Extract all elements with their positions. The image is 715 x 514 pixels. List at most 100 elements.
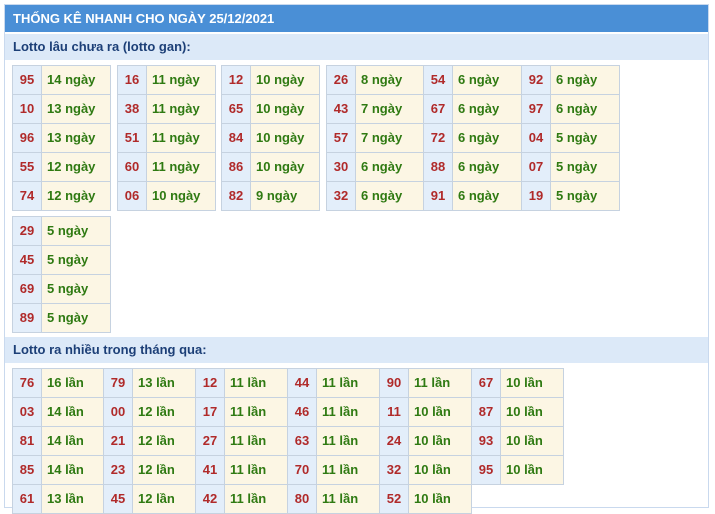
lotto-number: 41 — [196, 456, 225, 484]
lotto-row: 11 10 lần — [380, 397, 471, 426]
lotto-count-value: 14 lần — [42, 427, 104, 455]
lotto-row: 54 6 ngày — [424, 66, 521, 94]
lotto-frequent-group: 12 11 lần 17 11 lần 27 11 lần 41 11 lần 42 11 lần — [195, 368, 288, 514]
lotto-number: 45 — [13, 246, 42, 274]
page-title: THỐNG KÊ NHANH CHO NGÀY 25/12/2021 — [5, 5, 708, 32]
lotto-number: 76 — [13, 369, 42, 397]
lotto-number: 69 — [13, 275, 42, 303]
lotto-row: 45 12 lần — [104, 484, 195, 513]
lotto-row: 97 6 ngày — [522, 94, 619, 123]
lotto-row: 87 10 lần — [472, 397, 563, 426]
lotto-number: 32 — [327, 182, 356, 210]
lotto-row: 60 11 ngày — [118, 152, 215, 181]
lotto-row: 69 5 ngày — [13, 274, 110, 303]
lotto-number: 46 — [288, 398, 317, 426]
lotto-days-value: 10 ngày — [251, 153, 319, 181]
lotto-row: 26 8 ngày — [327, 66, 424, 94]
lotto-number: 85 — [13, 456, 42, 484]
lotto-row: 43 7 ngày — [327, 94, 424, 123]
lotto-days-value: 10 ngày — [147, 182, 215, 210]
lotto-days-value: 5 ngày — [42, 217, 110, 245]
lotto-row: 61 13 lần — [13, 484, 104, 513]
lotto-count-value: 11 lần — [225, 456, 287, 484]
lotto-number: 04 — [522, 124, 551, 152]
lotto-row: 10 13 ngày — [13, 94, 110, 123]
lotto-row: 93 10 lần — [472, 426, 563, 455]
lotto-count-value: 11 lần — [317, 369, 379, 397]
lotto-days-value: 6 ngày — [551, 66, 619, 94]
lotto-number: 45 — [104, 485, 133, 513]
lotto-row: 21 12 lần — [104, 426, 195, 455]
lotto-number: 96 — [13, 124, 42, 152]
lotto-number: 32 — [380, 456, 409, 484]
lotto-number: 10 — [13, 95, 42, 123]
lotto-row: 00 12 lần — [104, 397, 195, 426]
lotto-number: 27 — [196, 427, 225, 455]
lotto-number: 89 — [13, 304, 42, 332]
lotto-frequent-group: 76 16 lần 03 14 lần 81 14 lần 85 14 lần 61 13 lần — [12, 368, 105, 514]
lotto-row: 30 6 ngày — [327, 152, 424, 181]
lotto-number: 16 — [118, 66, 147, 94]
lotto-row: 70 11 lần — [288, 455, 379, 484]
lotto-count-value: 11 lần — [225, 398, 287, 426]
lotto-count-value: 10 lần — [409, 456, 471, 484]
lotto-number: 70 — [288, 456, 317, 484]
lotto-count-value: 11 lần — [317, 398, 379, 426]
lotto-row: 96 13 ngày — [13, 123, 110, 152]
lotto-days-value: 5 ngày — [42, 275, 110, 303]
stats-panel: THỐNG KÊ NHANH CHO NGÀY 25/12/2021 Lotto… — [4, 4, 709, 514]
lotto-row: 29 5 ngày — [13, 217, 110, 245]
lotto-count-value: 11 lần — [225, 427, 287, 455]
lotto-number: 07 — [522, 153, 551, 181]
lotto-row: 67 6 ngày — [424, 94, 521, 123]
lotto-number: 06 — [118, 182, 147, 210]
lotto-number: 11 — [380, 398, 409, 426]
lotto-count-value: 10 lần — [409, 398, 471, 426]
lotto-days-value: 10 ngày — [251, 95, 319, 123]
lotto-count-value: 11 lần — [409, 369, 471, 397]
lotto-count-value: 11 lần — [225, 485, 287, 513]
lotto-gan-group: 16 11 ngày 38 11 ngày 51 11 ngày 60 11 ngày 06 10… — [117, 65, 216, 211]
lotto-gan-group: 92 6 ngày 97 6 ngày 04 5 ngày 07 5 ngày 19 5 ngày — [521, 65, 620, 211]
lotto-row: 04 5 ngày — [522, 123, 619, 152]
lotto-row: 38 11 ngày — [118, 94, 215, 123]
lotto-number: 12 — [222, 66, 251, 94]
lotto-count-value: 10 lần — [501, 398, 563, 426]
lotto-number: 12 — [196, 369, 225, 397]
lotto-row: 92 6 ngày — [522, 66, 619, 94]
lotto-number: 90 — [380, 369, 409, 397]
lotto-gan-group: 95 14 ngày 10 13 ngày 96 13 ngày 55 12 ngày 74 12… — [12, 65, 111, 211]
lotto-number: 81 — [13, 427, 42, 455]
lotto-number: 30 — [327, 153, 356, 181]
lotto-number: 17 — [196, 398, 225, 426]
lotto-days-value: 11 ngày — [147, 66, 215, 94]
lotto-days-value: 5 ngày — [551, 124, 619, 152]
lotto-row: 81 14 lần — [13, 426, 104, 455]
lotto-number: 65 — [222, 95, 251, 123]
lotto-days-value: 6 ngày — [356, 153, 424, 181]
lotto-frequent-group: 44 11 lần 46 11 lần 63 11 lần 70 11 lần 80 11 lần — [287, 368, 380, 514]
lotto-row: 84 10 ngày — [222, 123, 319, 152]
lotto-number: 86 — [222, 153, 251, 181]
lotto-days-value: 12 ngày — [42, 182, 110, 210]
lotto-number: 67 — [472, 369, 501, 397]
section-heading-lotto-frequent: Lotto ra nhiều trong tháng qua: — [5, 337, 708, 363]
lotto-gan-group: 26 8 ngày 43 7 ngày 57 7 ngày 30 6 ngày 32 6 ngày — [326, 65, 425, 211]
lotto-row: 90 11 lần — [380, 369, 471, 397]
lotto-number: 63 — [288, 427, 317, 455]
lotto-row: 27 11 lần — [196, 426, 287, 455]
lotto-row: 82 9 ngày — [222, 181, 319, 210]
lotto-number: 54 — [424, 66, 453, 94]
lotto-row: 12 11 lần — [196, 369, 287, 397]
lotto-count-value: 13 lần — [133, 369, 195, 397]
lotto-days-value: 5 ngày — [551, 182, 619, 210]
lotto-days-value: 5 ngày — [42, 304, 110, 332]
lotto-number: 24 — [380, 427, 409, 455]
lotto-row: 52 10 lần — [380, 484, 471, 513]
lotto-count-value: 10 lần — [501, 456, 563, 484]
lotto-number: 72 — [424, 124, 453, 152]
lotto-row: 07 5 ngày — [522, 152, 619, 181]
lotto-count-value: 10 lần — [501, 369, 563, 397]
lotto-row: 17 11 lần — [196, 397, 287, 426]
lotto-count-value: 16 lần — [42, 369, 104, 397]
